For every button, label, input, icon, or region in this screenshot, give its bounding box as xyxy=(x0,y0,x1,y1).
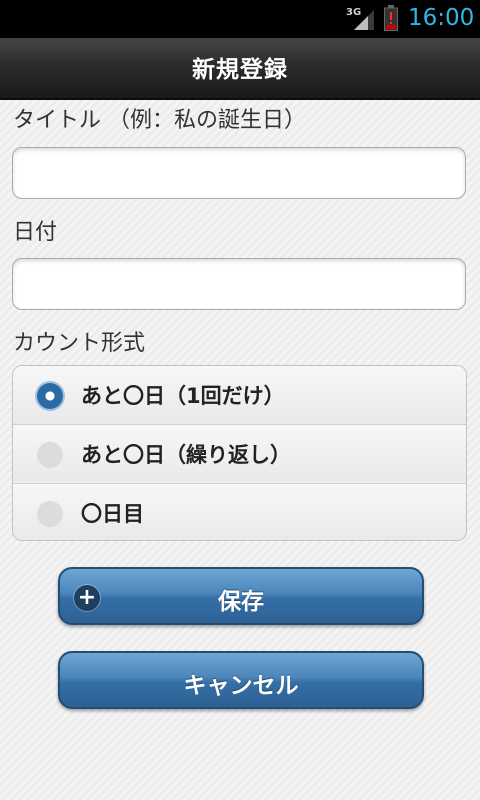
status-time: 16:00 xyxy=(408,5,475,31)
radio-unselected-icon[interactable] xyxy=(37,501,63,527)
count-format-radio-group: あと〇日（1回だけ） あと〇日（繰り返し） 〇日目 xyxy=(12,365,467,541)
radio-option-label: あと〇日（繰り返し） xyxy=(81,443,291,467)
save-button[interactable]: + 保存 xyxy=(58,567,424,625)
title-field-label: タイトル （例：私の誕生日） xyxy=(13,108,306,133)
date-field-label: 日付 xyxy=(13,220,58,245)
title-input[interactable] xyxy=(12,147,466,199)
signal-icon xyxy=(354,10,374,30)
date-input[interactable] xyxy=(12,258,466,310)
title-bar: 新規登録 xyxy=(0,38,480,100)
radio-selected-icon[interactable] xyxy=(37,383,63,409)
radio-option-label: あと〇日（1回だけ） xyxy=(81,384,285,408)
radio-option-day-count[interactable]: 〇日目 xyxy=(13,483,466,540)
cancel-button-label: キャンセル xyxy=(183,673,299,699)
radio-unselected-icon[interactable] xyxy=(37,442,63,468)
battery-icon xyxy=(384,5,398,31)
cancel-button[interactable]: キャンセル xyxy=(58,651,424,709)
radio-option-once[interactable]: あと〇日（1回だけ） xyxy=(13,366,466,424)
radio-option-label: 〇日目 xyxy=(81,502,144,526)
radio-option-repeat[interactable]: あと〇日（繰り返し） xyxy=(13,424,466,482)
save-button-label: 保存 xyxy=(218,589,264,615)
form-content: タイトル （例：私の誕生日） 日付 カウント形式 あと〇日（1回だけ） あと〇日… xyxy=(0,100,480,800)
status-bar: 3G 16:00 xyxy=(0,0,480,38)
count-format-label: カウント形式 xyxy=(13,331,146,356)
page-title: 新規登録 xyxy=(192,57,288,83)
